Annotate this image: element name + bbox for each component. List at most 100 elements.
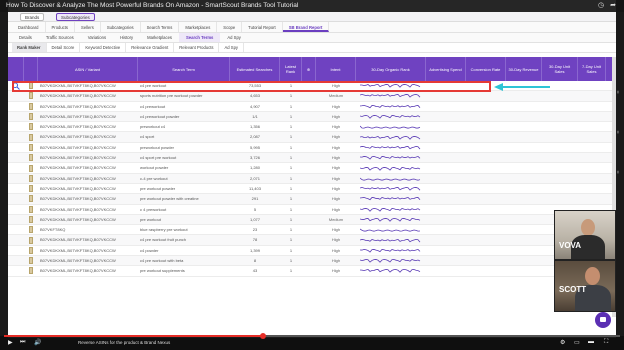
column-header[interactable]: Intent xyxy=(316,57,356,81)
table-row[interactable]: B07VKDKXML,B07VKFT8KQ,B07VKCCW c4 pre wor… xyxy=(8,235,616,246)
column-header[interactable]: 7-Day Unit Sales xyxy=(578,57,606,81)
side-tab-3[interactable]: ▮ xyxy=(612,170,620,174)
chapter-title[interactable]: Reverse ASINs for the product & Brand Ne… xyxy=(78,340,170,345)
progress-knob[interactable] xyxy=(259,333,266,339)
tab-tutorial-report[interactable]: Tutorial Report xyxy=(242,22,283,32)
table-row[interactable]: B07VKDKXML,B07VKFT8KQ,B07VKCCW pre workou… xyxy=(8,266,616,277)
tool-tab-relevant-products[interactable]: Relevant Products xyxy=(174,43,220,52)
empty-cell xyxy=(302,122,316,131)
column-header[interactable]: ASIN / Variant xyxy=(38,57,138,81)
organic-rank-sparkline xyxy=(356,246,426,255)
tab-search-terms[interactable]: Search Terms xyxy=(141,22,180,32)
subtab-traffic-sources[interactable]: Traffic Sources xyxy=(39,33,81,42)
settings-icon[interactable]: ⚙ xyxy=(560,339,565,346)
table-row[interactable]: B07VKDKXML,B07VKFT8KQ,B07VKCCW preworkout… xyxy=(8,122,616,133)
column-header[interactable]: ⊕ xyxy=(302,57,316,81)
table-row[interactable]: B07VKDKXML,B07VKFT8KQ,B07VKCCW preworkout… xyxy=(8,142,616,154)
table-row[interactable]: B07VKDKXML,B07VKFT8KQ,B07VKCCW c4 powder 1… xyxy=(8,245,616,257)
subtab-details[interactable]: Details xyxy=(12,33,39,42)
next-icon[interactable]: ⏭ xyxy=(20,339,25,346)
table-row[interactable]: B07VKDKXML,B07VKFT8KQ,B07VKCCW c 4 prewor… xyxy=(8,204,616,215)
product-thumbnail[interactable] xyxy=(24,91,38,100)
tool-tab-ad-spy[interactable]: Ad Spy xyxy=(219,43,244,52)
table-row[interactable]: B07VKFT8KQ blue raspberry pre workout 23 1 H… xyxy=(8,225,616,236)
subtab-ad-spy[interactable]: Ad Spy xyxy=(220,33,248,42)
tab-products[interactable]: Products xyxy=(46,22,76,32)
tool-tab-relevance-gradient[interactable]: Relevance Gradient xyxy=(126,43,175,52)
tab-scope[interactable]: Scope xyxy=(217,22,243,32)
table-row[interactable]: B07VKDKXML,B07VKFT8KQ,B07VKCCW c4 sport 2,… xyxy=(8,132,616,143)
column-header[interactable]: Conversion Rate xyxy=(466,57,506,81)
brands-pill[interactable]: Brands xyxy=(20,13,45,21)
latest-rank-cell: 1 xyxy=(289,113,293,119)
product-thumbnail[interactable] xyxy=(24,194,38,203)
product-thumbnail[interactable] xyxy=(24,225,38,234)
subtab-search-terms[interactable]: Search Terms xyxy=(179,33,221,42)
product-thumbnail[interactable] xyxy=(24,184,38,193)
product-thumbnail[interactable] xyxy=(24,132,38,141)
subtab-variations[interactable]: Variations xyxy=(81,33,113,42)
table-row[interactable]: B07VKDKXML,B07VKFT8KQ,B07VKCCW c4 sport p… xyxy=(8,153,616,164)
column-header[interactable] xyxy=(8,57,24,81)
side-tab-2[interactable]: ▮ xyxy=(612,130,620,134)
table-row[interactable]: B07VKDKXML,B07VKFT8KQ,B07VKCCW sports nut… xyxy=(8,91,616,102)
tool-tab-keyword-detective[interactable]: Keyword Detective xyxy=(80,43,127,52)
theater-icon[interactable]: ▬ xyxy=(588,339,594,345)
product-thumbnail[interactable] xyxy=(24,174,38,183)
watch-later-icon[interactable]: ◷ xyxy=(598,2,604,10)
table-row[interactable]: B07VKDKXML,B07VKFT8KQ,B07VKCCW c4 prework… xyxy=(8,101,616,112)
tool-tab-detail-score[interactable]: Detail Score xyxy=(47,43,81,52)
product-thumbnail[interactable] xyxy=(24,256,38,265)
tab-sb-brand-report[interactable]: SB Brand Report xyxy=(282,22,330,32)
tab-dashboard[interactable]: Dashboard xyxy=(12,22,46,32)
column-header[interactable]: Search Term xyxy=(138,57,230,81)
product-thumbnail[interactable] xyxy=(24,266,38,275)
column-header[interactable]: Advertising Spend xyxy=(426,57,466,81)
table-row[interactable]: B07VKDKXML,B07VKFT8KQ,B07VKCCW pre workou… xyxy=(8,214,616,226)
latest-rank-cell: 1 xyxy=(289,268,293,274)
tab-marketplaces[interactable]: Marketplaces xyxy=(179,22,218,32)
column-header[interactable] xyxy=(24,57,38,81)
table-row[interactable]: B07VKDKXML,B07VKFT8KQ,B07VKCCW c4 pre wor… xyxy=(8,256,616,267)
product-thumbnail[interactable] xyxy=(24,215,38,224)
product-thumbnail[interactable] xyxy=(24,163,38,172)
table-row[interactable]: B07VKDKXML,B07VKFT8KQ,B07VKCCW c-4 pre wo… xyxy=(8,173,616,184)
empty-cell xyxy=(542,174,578,183)
product-thumbnail[interactable] xyxy=(24,153,38,162)
tool-tab-rank-maker[interactable]: Rank Maker xyxy=(12,43,47,52)
product-thumbnail[interactable] xyxy=(24,112,38,121)
miniplayer-icon[interactable]: ▭ xyxy=(574,339,580,346)
fullscreen-icon[interactable]: ⛶ xyxy=(604,339,608,346)
intent-cell: Medium xyxy=(328,93,344,99)
play-icon[interactable]: ▶ xyxy=(8,339,13,346)
latest-rank-cell: 1 xyxy=(289,237,293,243)
table-row[interactable]: B07VKDKXML,B07VKFT8KQ,B07VKCCW c4 prework… xyxy=(8,111,616,123)
table-row[interactable]: B07VKDKXML,B07VKFT8KQ,B07VKCCW pre workou… xyxy=(8,194,616,205)
product-thumbnail[interactable] xyxy=(24,143,38,152)
progress-bar[interactable] xyxy=(4,333,620,339)
subtab-history[interactable]: History xyxy=(113,33,140,42)
chat-button[interactable] xyxy=(595,312,611,328)
product-thumbnail[interactable] xyxy=(24,246,38,255)
column-header[interactable]: Estimated Searches xyxy=(230,57,280,81)
volume-icon[interactable]: 🔊 xyxy=(34,339,41,346)
product-thumbnail[interactable] xyxy=(24,235,38,244)
column-header[interactable]: 30-Day Organic Rank xyxy=(356,57,426,81)
share-icon[interactable]: ➦ xyxy=(610,2,616,10)
product-thumbnail[interactable] xyxy=(24,122,38,131)
table-row[interactable]: B07VKDKXML,B07VKFT8KQ,B07VKCCW workout po… xyxy=(8,163,616,174)
tab-sellers[interactable]: Sellers xyxy=(75,22,101,32)
organic-rank-sparkline xyxy=(356,153,426,162)
smartscout-app: Brands Subcategories Dashboard Products Se… xyxy=(8,0,616,338)
side-tab-1[interactable]: ▮ xyxy=(612,90,620,94)
column-header[interactable]: 30-Day Revenue xyxy=(506,57,542,81)
asin-cell: B07VKDKXML,B07VKFT8KQ,B07VKCCW xyxy=(40,103,116,109)
product-thumbnail[interactable] xyxy=(24,102,38,111)
subcategories-pill[interactable]: Subcategories xyxy=(56,13,95,21)
subtab-marketplaces[interactable]: Marketplaces xyxy=(140,33,179,42)
product-thumbnail[interactable] xyxy=(24,205,38,214)
table-row[interactable]: B07VKDKXML,B07VKFT8KQ,B07VKCCW pre workou… xyxy=(8,183,616,195)
tab-subcategories[interactable]: Subcategories xyxy=(101,22,141,32)
column-header[interactable]: 30-Day Unit Sales xyxy=(542,57,578,81)
column-header[interactable]: Latest Rank xyxy=(280,57,302,81)
